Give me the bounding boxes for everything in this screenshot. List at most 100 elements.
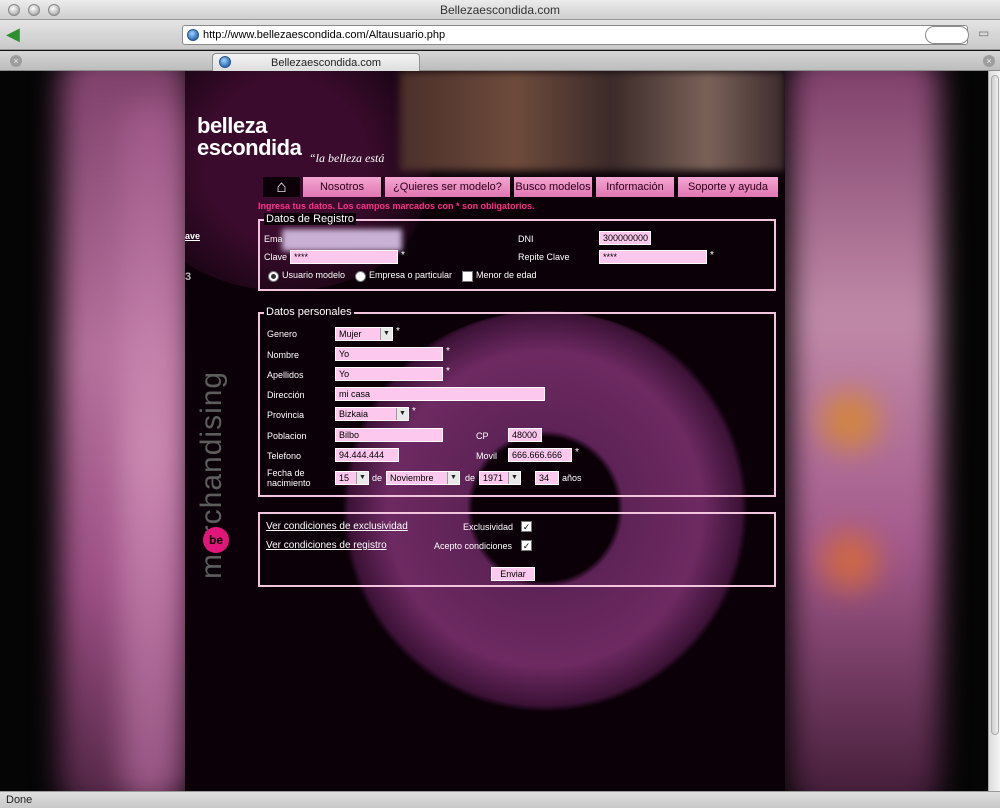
required-mark: * [396, 326, 400, 337]
exclusividad-checkbox[interactable]: ✓ [521, 521, 532, 532]
close-tab-icon[interactable]: × [983, 55, 995, 67]
de-label: de [372, 473, 383, 483]
fecha-label: Fecha de [267, 468, 305, 478]
required-mark: * [710, 250, 714, 261]
address-bar[interactable]: http://www.bellezaescondida.com/Altausua… [182, 25, 968, 45]
required-mark: * [446, 346, 450, 357]
status-text: Done [6, 794, 33, 806]
cp-label: CP [476, 431, 489, 441]
nav-busco-modelos[interactable]: Busco modelos [514, 177, 594, 197]
telefono-label: Telefono [267, 451, 302, 461]
direccion-label: Dirección [267, 390, 305, 400]
usuario-modelo-label: Usuario modelo [282, 270, 346, 280]
direccion-field[interactable]: mi casa [335, 387, 545, 401]
nacimiento-label: nacimiento [267, 478, 311, 488]
chevron-down-icon: ▼ [356, 472, 368, 484]
window-titlebar: Bellezaescondida.com [0, 0, 1000, 20]
repite-clave-field[interactable]: **** [599, 250, 707, 264]
side-text: 3 [185, 271, 192, 283]
page-viewport: belleza escondida “la belleza está ave 3… [0, 71, 988, 791]
window-title: Bellezaescondida.com [439, 3, 561, 17]
header-image [400, 71, 785, 171]
registro-legend: Datos de Registro [264, 213, 357, 225]
email-field[interactable] [282, 229, 402, 251]
telefono-field[interactable]: 94.444.444 [335, 448, 399, 462]
poblacion-label: Poblacion [267, 431, 307, 441]
nav-informacion[interactable]: Información [596, 177, 676, 197]
nav-soporte-y-ayuda[interactable]: Soporte y ayuda [678, 177, 780, 197]
cp-field[interactable]: 48000 [508, 428, 542, 442]
provincia-value: Bizkaia [339, 409, 369, 419]
apellidos-field[interactable]: Yo [335, 367, 443, 381]
registration-page: belleza escondida “la belleza está ave 3… [185, 71, 785, 791]
main-nav: ⌂ Nosotros ¿Quieres ser modelo? Busco mo… [263, 177, 785, 197]
required-mark: * [401, 250, 405, 261]
globe-icon [219, 56, 231, 68]
dni-label: DNI [518, 234, 534, 244]
browser-toolbar: ◀ http://www.bellezaescondida.com/Altaus… [0, 20, 1000, 50]
form-instructions: Ingresa tus datos. Los campos marcados c… [258, 201, 535, 211]
nav-quieres-ser-modelo[interactable]: ¿Quieres ser modelo? [385, 177, 512, 197]
empresa-radio[interactable] [355, 271, 366, 282]
genero-label: Genero [267, 329, 298, 339]
movil-field[interactable]: 666.666.666 [508, 448, 572, 462]
search-field[interactable] [925, 26, 969, 44]
poblacion-field[interactable]: Bilbo [335, 428, 443, 442]
blurred-left-strip [120, 101, 180, 791]
enviar-button[interactable]: Enviar [491, 567, 535, 581]
vertical-scrollbar[interactable] [988, 71, 1000, 791]
clave-field[interactable]: **** [290, 250, 398, 264]
chevron-down-icon: ▼ [396, 408, 408, 420]
required-mark: * [412, 406, 416, 417]
empresa-label: Empresa o particular [369, 270, 453, 280]
toolbar-toggle-icon[interactable]: ▭ [978, 26, 994, 44]
home-icon[interactable]: ⌂ [263, 177, 300, 197]
genero-select[interactable]: Mujer ▼ [335, 327, 393, 341]
movil-label: Movil [476, 451, 498, 461]
condiciones-fieldset: Ver condiciones de exclusividad Exclusiv… [258, 512, 776, 587]
side-link[interactable]: ave [185, 231, 200, 241]
scrollbar-thumb[interactable] [991, 75, 999, 735]
email-label: Ema [264, 234, 283, 244]
globe-icon [187, 29, 199, 41]
required-mark: * [575, 447, 579, 458]
tab-bar: × Bellezaescondida.com × [0, 51, 1000, 71]
year-value: 1971 [483, 473, 504, 483]
blurred-right-item [820, 531, 880, 591]
genero-value: Mujer [339, 329, 362, 339]
back-arrow-icon[interactable]: ◀ [6, 25, 32, 44]
close-icon[interactable]: × [10, 55, 22, 67]
apellidos-label: Apellidos [267, 370, 304, 380]
anos-label: años [562, 473, 582, 483]
acepto-checkbox[interactable]: ✓ [521, 540, 532, 551]
logo-text: escondida [197, 135, 302, 160]
day-select[interactable]: 15 ▼ [335, 471, 369, 485]
merch-logo-icon: be [203, 527, 229, 553]
provincia-select[interactable]: Bizkaia ▼ [335, 407, 409, 421]
link-condiciones-exclusividad[interactable]: Ver condiciones de exclusividad [266, 521, 408, 532]
provincia-label: Provincia [267, 410, 305, 420]
nombre-field[interactable]: Yo [335, 347, 443, 361]
dni-field[interactable]: 300000000 [599, 231, 651, 245]
menor-edad-checkbox[interactable] [462, 271, 473, 282]
nombre-label: Nombre [267, 350, 300, 360]
url-text: http://www.bellezaescondida.com/Altausua… [203, 29, 446, 41]
chevron-down-icon: ▼ [508, 472, 520, 484]
usuario-modelo-radio[interactable] [268, 271, 279, 282]
menor-edad-label: Menor de edad [476, 270, 537, 280]
tab-current[interactable]: Bellezaescondida.com [212, 53, 420, 71]
de-label: de [465, 473, 476, 483]
tagline: “la belleza está [309, 151, 385, 165]
status-bar: Done [0, 791, 1000, 808]
link-condiciones-registro[interactable]: Ver condiciones de registro [266, 540, 387, 551]
registro-fieldset: Datos de Registro Ema DNI 300000000 Clav… [258, 213, 776, 291]
chevron-down-icon: ▼ [447, 472, 459, 484]
clave-label: Clave [264, 252, 288, 262]
nav-nosotros[interactable]: Nosotros [303, 177, 383, 197]
month-select[interactable]: Noviembre ▼ [386, 471, 460, 485]
year-select[interactable]: 1971 ▼ [479, 471, 521, 485]
required-mark: * [446, 366, 450, 377]
site-logo[interactable]: belleza escondida “la belleza está [185, 71, 400, 171]
repite-clave-label: Repite Clave [518, 252, 570, 262]
exclusividad-label: Exclusividad [463, 522, 514, 532]
